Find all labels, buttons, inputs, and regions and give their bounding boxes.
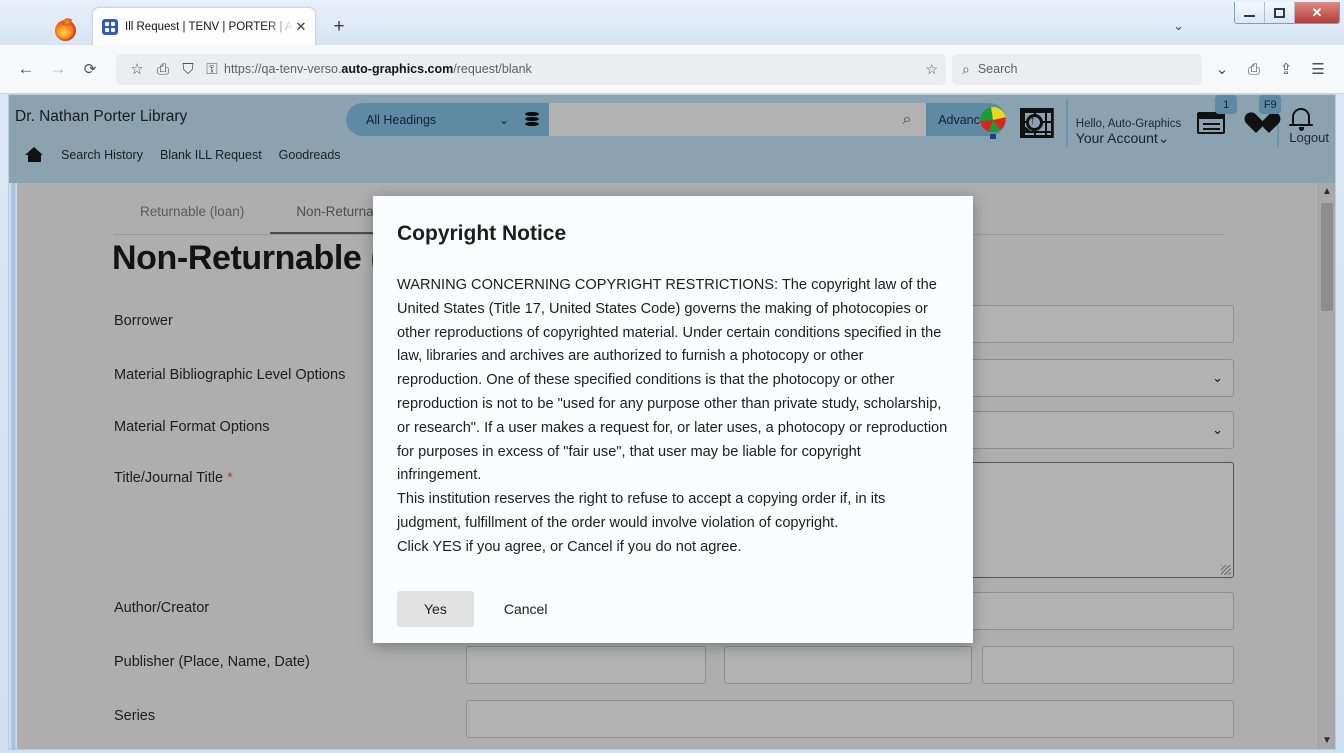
list-all-tabs-icon[interactable]: ⌄ xyxy=(1173,18,1184,34)
nav-link-blank-ill-request[interactable]: Blank ILL Request xyxy=(160,148,262,162)
firefox-logo-icon xyxy=(55,20,76,41)
copyright-paragraph-3: Click YES if you agree, or Cancel if you… xyxy=(397,538,742,555)
bookmark-star-icon[interactable]: ☆ xyxy=(124,53,150,85)
lock-warning-icon[interactable]: ⚿ xyxy=(200,53,224,85)
database-icon[interactable] xyxy=(525,112,539,127)
list-count-badge: 1 xyxy=(1215,95,1238,114)
bookmark-page-icon[interactable]: ☆ xyxy=(917,61,938,78)
search-submit-icon[interactable]: ⌕ xyxy=(888,103,926,136)
tab-close-icon[interactable]: ✕ xyxy=(293,19,309,35)
input-series[interactable] xyxy=(466,700,1234,738)
map-search-button[interactable] xyxy=(1014,99,1060,147)
page-scrollbar[interactable]: ▲ ▼ xyxy=(1318,183,1335,749)
label-material-bib-level: Material Bibliographic Level Options xyxy=(114,367,346,383)
hot-air-balloon-icon xyxy=(979,107,1006,139)
map-search-icon xyxy=(1019,108,1054,138)
dialog-title: Copyright Notice xyxy=(397,222,567,245)
url-text: https://qa-tenv-verso.auto-graphics.com/… xyxy=(224,62,532,76)
logout-link[interactable]: Logout xyxy=(1289,130,1329,147)
heart-icon xyxy=(1243,111,1269,135)
page-viewport: Dr. Nathan Porter Library All Headings ⌄… xyxy=(8,94,1336,750)
account-menu[interactable]: Hello, Auto-Graphics Your Account⌄ xyxy=(1065,99,1182,147)
forward-icon[interactable]: → xyxy=(42,53,74,85)
shield-icon[interactable]: ⛉ xyxy=(176,53,200,85)
close-icon: ✕ xyxy=(1311,5,1323,20)
new-tab-button[interactable]: + xyxy=(326,14,352,40)
copyright-paragraph-2: This institution reserves the right to r… xyxy=(397,491,886,531)
scroll-up-icon[interactable]: ▲ xyxy=(1319,183,1335,200)
navigation-toolbar: ← → ⟳ ☆ ⎙ ⛉ ⚿ https://qa-tenv-verso.auto… xyxy=(0,45,1344,94)
home-icon[interactable] xyxy=(25,147,44,162)
copyright-paragraph-1: WARNING CONCERNING COPYRIGHT RESTRICTION… xyxy=(397,277,948,484)
required-asterisk: * xyxy=(227,470,233,486)
your-account-label: Your Account⌄ xyxy=(1075,130,1170,146)
label-series: Series xyxy=(114,708,156,724)
pocket-icon[interactable]: ⌄ xyxy=(1206,53,1238,85)
browser-tab[interactable]: Ill Request | TENV | PORTER | Au ✕ xyxy=(92,7,316,45)
nav-link-search-history[interactable]: Search History xyxy=(61,148,143,162)
header-icon-bar: Hello, Auto-Graphics Your Account⌄ 1 F9 xyxy=(972,95,1329,147)
dialog-cancel-button[interactable]: Cancel xyxy=(498,600,554,618)
app-header: Dr. Nathan Porter Library All Headings ⌄… xyxy=(9,95,1335,183)
balloon-button[interactable] xyxy=(972,99,1014,147)
label-publisher: Publisher (Place, Name, Date) xyxy=(114,654,310,670)
label-author-creator: Author/Creator xyxy=(114,600,210,616)
back-icon[interactable]: ← xyxy=(10,53,42,85)
browser-window: ✕ Ill Request | TENV | PORTER | Au ✕ + ⌄… xyxy=(0,0,1344,753)
chevron-down-icon: ⌄ xyxy=(1212,370,1223,385)
search-scope-label: All Headings xyxy=(366,112,437,127)
site-favicon-icon xyxy=(102,18,118,35)
catalog-search-input[interactable] xyxy=(549,103,888,136)
left-rail xyxy=(9,183,17,749)
resize-handle[interactable] xyxy=(1221,565,1231,575)
field-row-publisher: Publisher (Place, Name, Date) xyxy=(114,646,1335,684)
search-icon: ⌕ xyxy=(962,60,970,77)
tab-returnable-loan[interactable]: Returnable (loan) xyxy=(114,197,270,234)
reload-icon[interactable]: ⟳ xyxy=(74,53,106,85)
greeting-text: Hello, Auto-Graphics xyxy=(1075,118,1182,130)
dialog-yes-button[interactable]: Yes xyxy=(397,590,474,627)
input-publisher-place[interactable] xyxy=(466,646,706,684)
tab-title: Ill Request | TENV | PORTER | Au xyxy=(125,20,293,33)
library-name: Dr. Nathan Porter Library xyxy=(15,108,188,125)
input-publisher-date[interactable] xyxy=(982,646,1234,684)
maximize-button[interactable] xyxy=(1265,2,1295,23)
notifications-button[interactable] xyxy=(1289,104,1329,131)
chevron-down-icon: ⌄ xyxy=(498,112,509,127)
address-bar[interactable]: ☆ ⎙ ⛉ ⚿ https://qa-tenv-verso.auto-graph… xyxy=(116,53,946,85)
browser-search-box[interactable]: ⌕ Search xyxy=(952,53,1202,85)
save-to-pocket-icon[interactable]: ⎙ xyxy=(150,53,176,85)
input-publisher-name[interactable] xyxy=(724,646,972,684)
logout-group[interactable]: Logout xyxy=(1277,99,1329,147)
nav-link-goodreads[interactable]: Goodreads xyxy=(279,148,341,162)
field-row-series: Series xyxy=(114,700,1335,738)
copyright-notice-dialog: Copyright Notice WARNING CONCERNING COPY… xyxy=(373,196,973,643)
label-title-journal: Title/Journal Title * xyxy=(114,470,233,486)
catalog-search-group: All Headings ⌄ ⌕ Advanced xyxy=(346,103,1006,136)
list-icon xyxy=(1197,112,1226,134)
favorites-shortcut-badge: F9 xyxy=(1259,95,1282,114)
search-scope-select[interactable]: All Headings ⌄ xyxy=(346,103,549,136)
bell-icon xyxy=(1289,105,1314,131)
my-lists-button[interactable]: 1 xyxy=(1197,95,1238,147)
minimize-button[interactable] xyxy=(1235,2,1265,23)
label-material-format: Material Format Options xyxy=(114,419,270,435)
favorites-button[interactable]: F9 xyxy=(1243,95,1282,147)
dialog-body: WARNING CONCERNING COPYRIGHT RESTRICTION… xyxy=(397,274,949,560)
label-borrower: Borrower xyxy=(114,313,173,329)
app-nav-links: Search History Blank ILL Request Goodrea… xyxy=(25,147,341,162)
scroll-down-icon[interactable]: ▼ xyxy=(1319,732,1335,749)
share-icon[interactable]: ⇪ xyxy=(1270,53,1302,85)
print-icon[interactable]: ⎙ xyxy=(1238,53,1270,85)
tab-strip: Ill Request | TENV | PORTER | Au ✕ + ⌄ xyxy=(0,6,1194,45)
chevron-down-icon: ⌄ xyxy=(1157,130,1170,146)
window-controls: ✕ xyxy=(1234,2,1340,24)
hamburger-menu-icon[interactable]: ☰ xyxy=(1302,53,1334,85)
chevron-down-icon: ⌄ xyxy=(1212,422,1223,437)
scrollbar-thumb[interactable] xyxy=(1321,203,1333,311)
search-placeholder: Search xyxy=(977,62,1018,76)
dialog-actions: Yes Cancel xyxy=(397,590,949,627)
close-window-button[interactable]: ✕ xyxy=(1295,2,1339,23)
